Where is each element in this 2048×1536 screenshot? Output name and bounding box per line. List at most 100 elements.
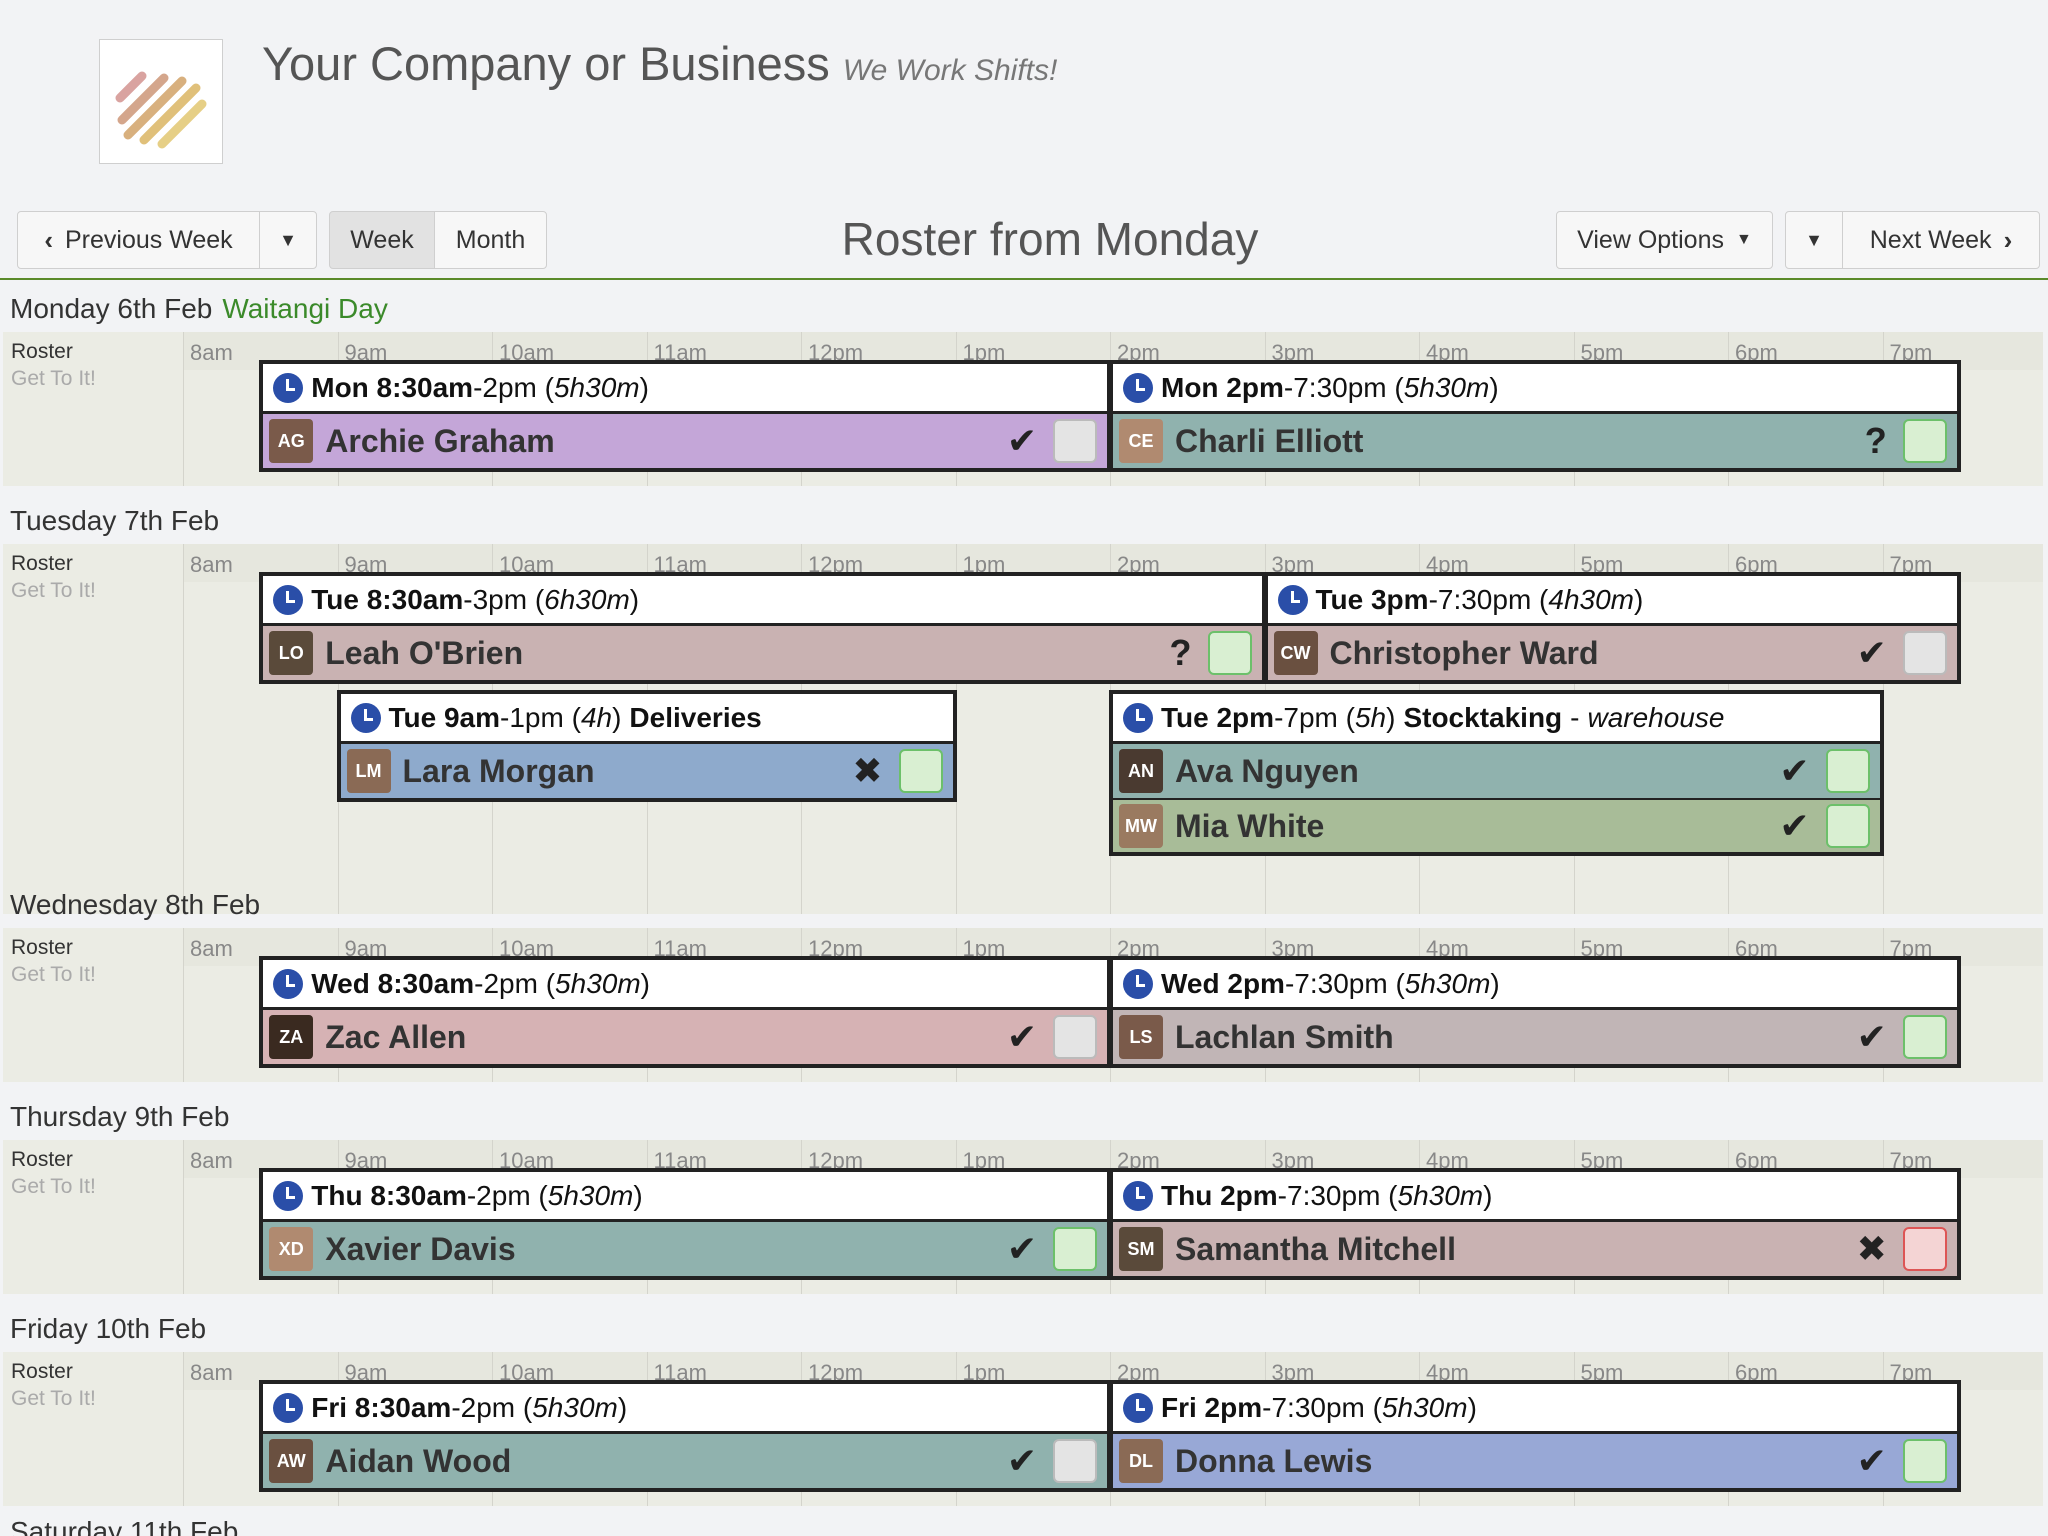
shift-end: -7:30pm (	[1428, 583, 1549, 615]
avatar: AN	[1119, 749, 1163, 793]
clock-icon	[1123, 968, 1153, 999]
shift-end: -7:30pm (	[1277, 1179, 1398, 1211]
next-week-button[interactable]: Next Week ›	[1842, 211, 2040, 269]
shift-time-header[interactable]: Tue 8:30am -3pm (6h30m)	[263, 576, 1262, 626]
staff-row[interactable]: LS Lachlan Smith ✔	[1113, 1010, 1957, 1064]
check-icon: ✔	[1779, 805, 1810, 846]
shift-time-header[interactable]: Thu 2pm -7:30pm (5h30m)	[1113, 1172, 1957, 1222]
day-heading: Wednesday 8th Feb	[10, 889, 260, 921]
shift-card[interactable]: Tue 8:30am -3pm (6h30m) LO Leah O'Brien?	[259, 572, 1266, 684]
view-options-label: View Options	[1577, 225, 1724, 254]
shift-start: Tue 2pm	[1161, 701, 1275, 733]
staff-row[interactable]: CW Christopher Ward ✔	[1267, 626, 1957, 680]
avatar: AW	[269, 1439, 314, 1483]
attendance-checkbox[interactable]	[1825, 804, 1870, 848]
staff-row[interactable]: DL Donna Lewis ✔	[1113, 1434, 1957, 1488]
staff-name: Samantha Mitchell	[1175, 1230, 1456, 1267]
shift-duration-close: )	[1489, 371, 1499, 403]
attendance-checkbox[interactable]	[898, 749, 943, 793]
shift-card[interactable]: Wed 2pm -7:30pm (5h30m) LS Lachlan Smith ✔	[1109, 956, 1961, 1068]
attendance-checkbox[interactable]	[1053, 1227, 1097, 1271]
clock-icon	[1123, 372, 1153, 403]
day-heading: Saturday 11th Feb	[10, 1516, 239, 1536]
avatar: LO	[269, 631, 314, 675]
clock-icon	[273, 584, 304, 615]
staff-row[interactable]: AG Archie Graham ✔	[263, 414, 1107, 468]
staff-row[interactable]: ZA Zac Allen ✔	[263, 1010, 1107, 1064]
attendance-checkbox[interactable]	[1825, 749, 1870, 793]
attendance-checkbox[interactable]	[1902, 1227, 1947, 1271]
shift-card[interactable]: Fri 2pm -7:30pm (5h30m) DL Donna Lewis ✔	[1109, 1380, 1961, 1492]
staff-row[interactable]: CE Charli Elliott?	[1113, 414, 1957, 468]
staff-name: Leah O'Brien	[325, 634, 524, 671]
shift-card[interactable]: Thu 2pm -7:30pm (5h30m) SM Samantha Mitchel…	[1109, 1168, 1961, 1280]
shift-duration-close: )	[612, 701, 622, 733]
shift-card[interactable]: Tue 2pm -7pm (5h) Stocktaking - warehouse AN A…	[1109, 690, 1884, 856]
staff-row[interactable]: AW Aidan Wood ✔	[263, 1434, 1107, 1488]
check-icon: ✔	[1856, 1016, 1887, 1057]
shift-end: -7:30pm (	[1284, 967, 1405, 999]
shift-card[interactable]: Wed 8:30am -2pm (5h30m) ZA Zac Allen ✔	[259, 956, 1111, 1068]
week-view-button[interactable]: Week	[329, 211, 435, 269]
hour-label: 8am	[190, 936, 233, 961]
shift-card[interactable]: Thu 8:30am -2pm (5h30m) XD Xavier Davis ✔	[259, 1168, 1111, 1280]
shift-time-header[interactable]: Mon 8:30am -2pm (5h30m)	[263, 364, 1107, 414]
shift-duration-close: )	[1483, 1179, 1493, 1211]
get-to-it-link[interactable]: Get To It!	[11, 1175, 96, 1199]
shift-card[interactable]: Tue 9am -1pm (4h) Deliveries LM Lara Morgan ✖	[336, 690, 957, 802]
shift-start: Tue 8:30am	[311, 583, 464, 615]
attendance-checkbox[interactable]	[1053, 1439, 1097, 1483]
shift-card[interactable]: Mon 8:30am -2pm (5h30m) AG Archie Graham ✔	[259, 360, 1111, 472]
staff-name: Ava Nguyen	[1175, 752, 1359, 789]
avatar: LS	[1119, 1015, 1163, 1059]
shift-card[interactable]: Mon 2pm -7:30pm (5h30m) CE Charli Elliott?	[1109, 360, 1961, 472]
shift-end: -1pm (	[500, 701, 581, 733]
previous-week-dropdown-button[interactable]: ▼	[259, 211, 317, 269]
shift-duration-close: )	[1634, 583, 1644, 615]
get-to-it-link[interactable]: Get To It!	[11, 367, 96, 391]
previous-week-button[interactable]: ‹ Previous Week	[17, 211, 260, 269]
staff-row[interactable]: AN Ava Nguyen ✔	[1113, 744, 1880, 798]
shift-card[interactable]: Tue 3pm -7:30pm (4h30m) CW Christopher Ward…	[1263, 572, 1961, 684]
get-to-it-link[interactable]: Get To It!	[11, 579, 96, 603]
company-title: Your Company or Business We Work Shifts!	[262, 36, 1057, 91]
staff-name: Lara Morgan	[402, 752, 595, 789]
shift-time-header[interactable]: Tue 3pm -7:30pm (4h30m)	[1267, 576, 1957, 626]
avatar: CE	[1119, 419, 1163, 463]
attendance-checkbox[interactable]	[1207, 631, 1252, 675]
attendance-checkbox[interactable]	[1053, 419, 1097, 463]
shift-card[interactable]: Fri 8:30am -2pm (5h30m) AW Aidan Wood ✔	[259, 1380, 1111, 1492]
shift-time-header[interactable]: Fri 8:30am -2pm (5h30m)	[263, 1384, 1107, 1434]
attendance-checkbox[interactable]	[1053, 1015, 1097, 1059]
staff-row[interactable]: SM Samantha Mitchell ✖	[1113, 1222, 1957, 1276]
shift-time-header[interactable]: Mon 2pm -7:30pm (5h30m)	[1113, 364, 1957, 414]
attendance-checkbox[interactable]	[1902, 419, 1947, 463]
next-week-dropdown-button[interactable]: ▼	[1785, 211, 1843, 269]
roster-label: Roster	[11, 1148, 73, 1171]
view-options-button[interactable]: View Options ▼	[1556, 211, 1773, 269]
shift-time-header[interactable]: Fri 2pm -7:30pm (5h30m)	[1113, 1384, 1957, 1434]
clock-icon	[350, 702, 381, 733]
shift-time-header[interactable]: Wed 8:30am -2pm (5h30m)	[263, 960, 1107, 1010]
staff-row[interactable]: XD Xavier Davis ✔	[263, 1222, 1107, 1276]
clock-icon	[1123, 1392, 1153, 1423]
attendance-checkbox[interactable]	[1902, 631, 1947, 675]
staff-name: Aidan Wood	[325, 1442, 512, 1479]
clock-icon	[1123, 1180, 1153, 1211]
get-to-it-link[interactable]: Get To It!	[11, 963, 96, 987]
shift-time-header[interactable]: Tue 2pm -7pm (5h) Stocktaking - warehouse	[1113, 694, 1880, 744]
month-view-button[interactable]: Month	[434, 211, 547, 269]
shift-time-header[interactable]: Wed 2pm -7:30pm (5h30m)	[1113, 960, 1957, 1010]
staff-row[interactable]: MW Mia White ✔	[1113, 798, 1880, 852]
avatar: CW	[1273, 631, 1318, 675]
attendance-checkbox[interactable]	[1902, 1015, 1947, 1059]
get-to-it-link[interactable]: Get To It!	[11, 1387, 96, 1411]
shift-time-header[interactable]: Thu 8:30am -2pm (5h30m)	[263, 1172, 1107, 1222]
attendance-checkbox[interactable]	[1902, 1439, 1947, 1483]
staff-row[interactable]: LM Lara Morgan ✖	[340, 744, 953, 798]
shift-duration: 5h30m	[1404, 967, 1491, 999]
caret-down-icon: ▼	[1736, 231, 1752, 248]
shift-time-header[interactable]: Tue 9am -1pm (4h) Deliveries	[340, 694, 953, 744]
staff-row[interactable]: LO Leah O'Brien?	[263, 626, 1262, 680]
cross-icon: ✖	[852, 750, 883, 791]
